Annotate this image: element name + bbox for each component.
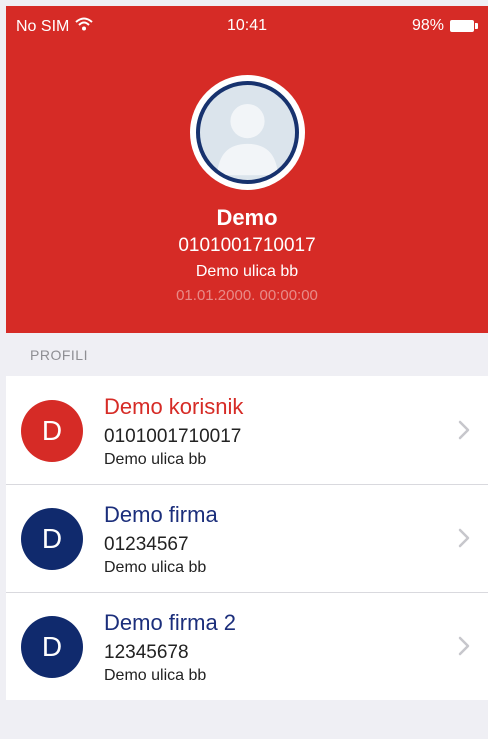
- profile-row-id: 12345678: [104, 642, 189, 663]
- profile-row-id: 0101001710017: [104, 426, 242, 447]
- profile-row-address: Demo ulica bb: [104, 451, 207, 468]
- battery-percent: 98%: [411, 17, 444, 34]
- profile-row-demo-korisnik[interactable]: D Demo korisnik 0101001710017 Demo ulica…: [6, 376, 488, 484]
- profile-header: No SIM 10:41 98% Demo 0101001710017 Demo…: [6, 6, 488, 333]
- profiles-list: D Demo korisnik 0101001710017 Demo ulica…: [6, 376, 488, 700]
- profile-row-demo-firma-2[interactable]: D Demo firma 2 12345678 Demo ulica bb: [6, 592, 488, 700]
- profile-row-address: Demo ulica bb: [104, 667, 207, 684]
- profile-address: Demo ulica bb: [195, 263, 299, 280]
- profile-id: 0101001710017: [178, 235, 316, 256]
- battery-icon: [450, 20, 478, 32]
- profile-row-title: Demo firma: [104, 502, 218, 527]
- profile-name: Demo: [216, 205, 278, 230]
- profile-row-address: Demo ulica bb: [104, 559, 207, 576]
- status-bar: No SIM 10:41 98%: [6, 6, 488, 46]
- chevron-right-icon: [458, 420, 470, 440]
- section-label-profili: PROFILI: [30, 347, 88, 363]
- profile-avatar[interactable]: [190, 75, 305, 190]
- user-placeholder-icon: [196, 81, 299, 184]
- profile-initial-avatar: D: [21, 400, 83, 462]
- profile-row-id: 01234567: [104, 534, 189, 555]
- chevron-right-icon: [458, 636, 470, 656]
- chevron-right-icon: [458, 528, 470, 548]
- list-footer-space: [6, 700, 488, 739]
- profile-datetime: 01.01.2000. 00:00:00: [176, 287, 318, 304]
- profile-initial-avatar: D: [21, 616, 83, 678]
- profile-row-demo-firma[interactable]: D Demo firma 01234567 Demo ulica bb: [6, 484, 488, 592]
- profile-row-title: Demo firma 2: [104, 610, 237, 635]
- profile-initial-avatar: D: [21, 508, 83, 570]
- profile-row-title: Demo korisnik: [104, 394, 244, 419]
